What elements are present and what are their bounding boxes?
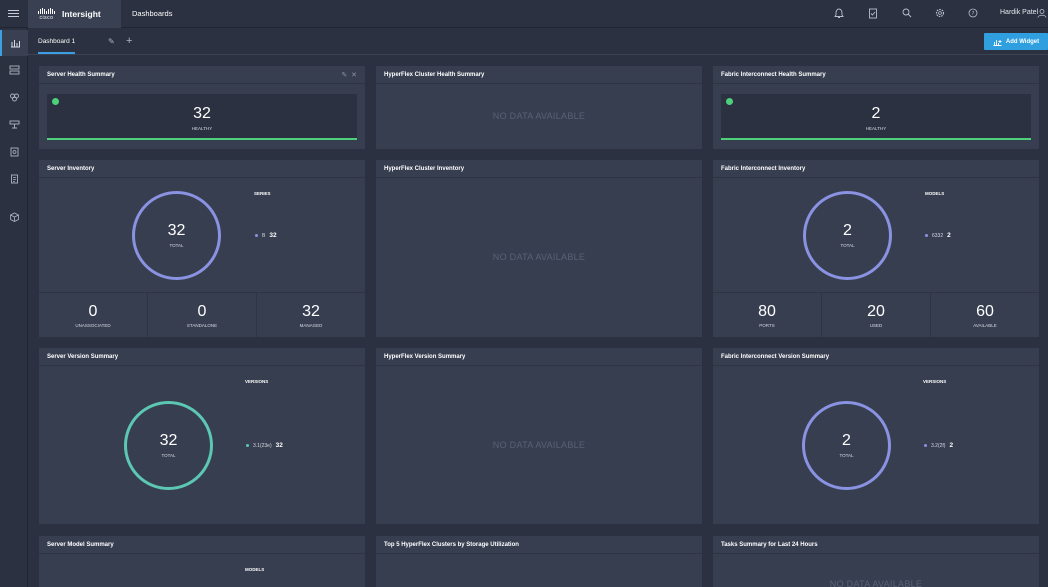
close-icon[interactable]: ✕ (351, 72, 357, 79)
server-health-widget: Server Health Summary ✎ ✕ 32 HEALTHY (39, 66, 365, 149)
no-data-message: NO DATA AVAILABLE (492, 252, 586, 262)
inventory-stats: 0 UNASSOCIATED 0 STANDALONE 32 MANAGED (39, 292, 365, 337)
chart-add-icon (993, 39, 1002, 46)
health-panel[interactable]: 2 HEALTHY (721, 94, 1031, 140)
no-data-message: NO DATA AVAILABLE (829, 579, 923, 587)
legend-title: VERSIONS (245, 379, 269, 384)
total-label: TOTAL (161, 453, 176, 458)
health-count: 2 (871, 105, 881, 122)
hx-version-widget: HyperFlex Version Summary NO DATA AVAILA… (376, 348, 702, 524)
legend-item[interactable]: 3.2(2f) 2 (924, 442, 953, 449)
widget-title: Server Model Summary (39, 536, 365, 554)
fi-health-widget: Fabric Interconnect Health Summary 2 HEA… (713, 66, 1039, 149)
legend-title: VERSIONS (923, 379, 947, 384)
total-label: TOTAL (840, 243, 855, 248)
widget-title: Tasks Summary for Last 24 Hours (713, 536, 1039, 554)
total-label: TOTAL (169, 243, 184, 248)
healthy-check-icon (726, 98, 733, 105)
edit-pencil-icon[interactable]: ✎ (108, 37, 115, 46)
left-nav-rail (0, 28, 28, 587)
legend-title: MODELS (245, 567, 265, 572)
widget-title: Fabric Interconnect Health Summary (713, 66, 1039, 84)
fi-inventory-widget: Fabric Interconnect Inventory 2 TOTAL MO… (713, 160, 1039, 337)
widget-title: Server Health Summary (39, 66, 365, 84)
user-name[interactable]: Hardik Patel (1000, 9, 1038, 16)
server-version-widget: Server Version Summary 32 TOTAL VERSIONS… (39, 348, 365, 524)
hamburger-menu-icon[interactable] (8, 8, 19, 19)
healthy-check-icon (52, 98, 59, 105)
cisco-logo: cisco (38, 7, 55, 21)
stat-managed[interactable]: 32 MANAGED (256, 293, 365, 337)
hyperflex-nav-icon[interactable] (0, 84, 28, 110)
top-bar: cisco Intersight Dashboards ? Hardik Pat… (0, 0, 1048, 28)
widget-title: Server Inventory (39, 160, 365, 178)
inventory-stats: 80 PORTS 20 USED 60 AVAILABLE (713, 292, 1039, 337)
legend-item[interactable]: 6332 2 (925, 232, 951, 239)
stat-unassociated[interactable]: 0 UNASSOCIATED (39, 293, 147, 337)
total-label: TOTAL (839, 453, 854, 458)
server-inventory-widget: Server Inventory 32 TOTAL SERIES B 32 0 UN… (39, 160, 365, 337)
user-icon[interactable] (1036, 8, 1048, 20)
stat-ports[interactable]: 80 PORTS (713, 293, 821, 337)
software-nav-icon[interactable] (0, 204, 28, 230)
legend-item[interactable]: 3.1(23e) 32 (246, 442, 283, 449)
widget-title: Fabric Interconnect Version Summary (713, 348, 1039, 366)
health-count: 32 (193, 105, 211, 122)
health-label: HEALTHY (865, 126, 887, 131)
page-title: Dashboards (132, 9, 173, 18)
brand[interactable]: cisco Intersight (28, 0, 121, 28)
widget-title: Top 5 HyperFlex Clusters by Storage Util… (376, 536, 702, 554)
add-widget-button[interactable]: Add Widget (984, 33, 1048, 50)
dashboard-tab-bar: Dashboard 1 ✎ + Add Widget (28, 28, 1048, 55)
add-tab-icon[interactable]: + (126, 35, 132, 47)
hx-cluster-inventory-widget: HyperFlex Cluster Inventory NO DATA AVAI… (376, 160, 702, 337)
stat-available[interactable]: 60 AVAILABLE (930, 293, 1039, 337)
app-name: Intersight (62, 9, 101, 19)
server-model-widget: Server Model Summary MODELS (39, 536, 365, 587)
help-icon[interactable]: ? (967, 8, 979, 20)
hx-cluster-health-widget: HyperFlex Cluster Health Summary NO DATA… (376, 66, 702, 149)
total-count: 2 (843, 222, 852, 239)
profiles-nav-icon[interactable] (0, 166, 28, 192)
widget-title: HyperFlex Version Summary (376, 348, 702, 366)
legend-title: SERIES (254, 191, 271, 196)
widget-title: HyperFlex Cluster Inventory (376, 160, 702, 178)
hx-top5-widget: Top 5 HyperFlex Clusters by Storage Util… (376, 536, 702, 587)
widget-actions: ✎ ✕ (341, 71, 357, 79)
health-panel[interactable]: 32 HEALTHY (47, 94, 357, 140)
servers-nav-icon[interactable] (0, 57, 28, 83)
widget-title: Fabric Interconnect Inventory (713, 160, 1039, 178)
gear-icon[interactable] (934, 8, 946, 20)
health-label: HEALTHY (191, 126, 213, 131)
fabric-interconnect-nav-icon[interactable] (0, 111, 28, 137)
svg-text:?: ? (972, 11, 975, 17)
tasks-summary-widget: Tasks Summary for Last 24 Hours NO DATA … (713, 536, 1039, 587)
no-data-message: NO DATA AVAILABLE (492, 111, 586, 121)
policies-nav-icon[interactable] (0, 139, 28, 165)
tasks-icon[interactable] (867, 8, 879, 20)
total-count: 32 (167, 222, 186, 239)
stat-standalone[interactable]: 0 STANDALONE (147, 293, 256, 337)
no-data-message: NO DATA AVAILABLE (492, 440, 586, 450)
search-icon[interactable] (901, 8, 913, 20)
stat-used[interactable]: 20 USED (821, 293, 930, 337)
dashboard-nav-icon[interactable] (0, 30, 28, 56)
legend-title: MODELS (925, 191, 945, 196)
total-count: 2 (842, 432, 851, 449)
widget-title: HyperFlex Cluster Health Summary (376, 66, 702, 84)
widget-title: Server Version Summary (39, 348, 365, 366)
total-count: 32 (159, 432, 178, 449)
tab-dashboard-1[interactable]: Dashboard 1 (38, 38, 76, 54)
edit-icon[interactable]: ✎ (341, 72, 347, 79)
bell-icon[interactable] (833, 8, 845, 20)
legend-item[interactable]: B 32 (255, 232, 277, 239)
fi-version-widget: Fabric Interconnect Version Summary 2 TO… (713, 348, 1039, 524)
